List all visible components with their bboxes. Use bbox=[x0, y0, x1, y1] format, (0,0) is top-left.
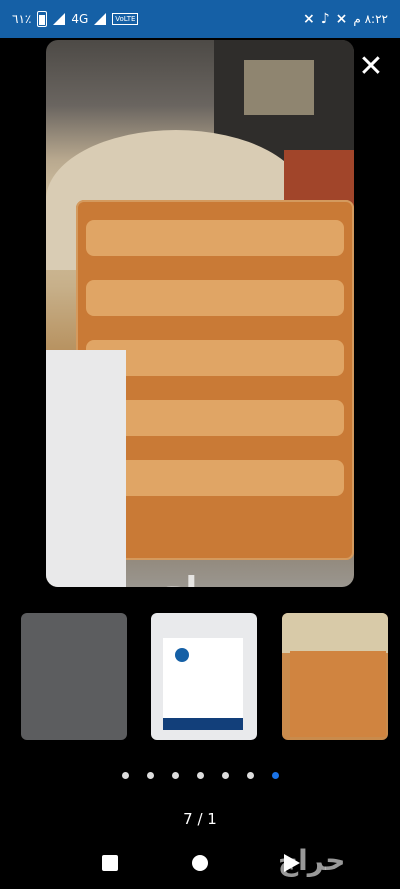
cement-bags-stack-thumbnail[interactable] bbox=[282, 613, 388, 740]
recents-button[interactable] bbox=[102, 855, 118, 871]
status-right: ⨯ ♪ ⨯ ٨:٢٢ م bbox=[303, 11, 388, 27]
gravel-thumbnail[interactable] bbox=[21, 613, 127, 740]
photo-sign bbox=[244, 60, 314, 115]
pagination-dot[interactable] bbox=[271, 772, 279, 779]
status-left: ٦١٪ 4G VoLTE bbox=[12, 11, 139, 27]
pagination-dot[interactable] bbox=[246, 772, 254, 779]
bag-label bbox=[163, 638, 243, 718]
pagination-dot[interactable] bbox=[196, 772, 204, 779]
volte-badge: VoLTE bbox=[112, 13, 139, 25]
pagination-dot[interactable] bbox=[146, 772, 154, 779]
navigation-bar: حراج bbox=[0, 838, 400, 889]
bag bbox=[86, 280, 344, 316]
watermark-nav: حراج bbox=[278, 844, 346, 877]
watermark: حراج bbox=[161, 570, 243, 587]
pagination-dot[interactable] bbox=[171, 772, 179, 779]
pagination-dots bbox=[0, 772, 400, 779]
battery-icon bbox=[37, 11, 48, 27]
clock: ٨:٢٢ م bbox=[353, 12, 388, 26]
network-type: 4G bbox=[71, 12, 89, 26]
pagination-dot[interactable] bbox=[121, 772, 129, 779]
image-counter: 7 / 1 bbox=[183, 810, 217, 828]
home-button[interactable] bbox=[192, 855, 208, 871]
cement-bag-label-thumbnail[interactable] bbox=[151, 613, 257, 740]
close-icon: ✕ bbox=[358, 49, 384, 84]
bag-band bbox=[163, 718, 243, 730]
status-bar: ٦١٪ 4G VoLTE ⨯ ♪ ⨯ ٨:٢٢ م bbox=[0, 0, 400, 38]
app-notification-icon: ⨯ bbox=[302, 11, 315, 27]
thumb-bags bbox=[290, 651, 386, 737]
tiktok-icon: ♪ bbox=[320, 11, 330, 27]
bag bbox=[86, 220, 344, 256]
signal-icon-2 bbox=[94, 13, 107, 25]
battery-percent: ٦١٪ bbox=[12, 12, 32, 26]
signal-icon bbox=[53, 13, 66, 25]
thumb-sand bbox=[282, 613, 388, 653]
app-notification-icon-2: ⨯ bbox=[335, 11, 348, 27]
brand-logo-icon bbox=[175, 648, 189, 662]
pagination-dot[interactable] bbox=[221, 772, 229, 779]
photo-car bbox=[46, 350, 126, 587]
close-button[interactable]: ✕ bbox=[356, 52, 386, 82]
main-photo[interactable]: حراج bbox=[46, 40, 354, 587]
